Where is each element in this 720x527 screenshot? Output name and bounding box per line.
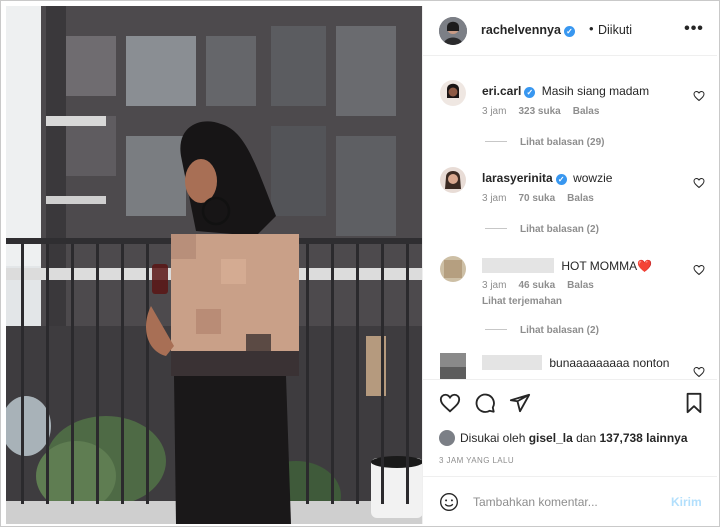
comment-likes[interactable]: 46 suka [518, 280, 555, 291]
view-replies-button[interactable]: Lihat balasan (29) [485, 137, 604, 148]
commenter-avatar[interactable] [440, 167, 466, 193]
commenter-avatar[interactable] [440, 256, 466, 282]
view-replies-label[interactable]: Lihat balasan (29) [520, 137, 604, 148]
view-replies-label[interactable]: Lihat balasan (2) [520, 224, 599, 235]
comment-body: bunaaaaaaaaa nonton [482, 355, 669, 370]
post-photo-image [6, 6, 422, 524]
post-timestamp[interactable]: 3 JAM YANG LALU [439, 456, 514, 465]
comment-meta: 3 jam 323 suka Balas [482, 106, 611, 117]
commenter-avatar[interactable] [440, 80, 466, 106]
liker-username[interactable]: gisel_la [529, 431, 573, 445]
emoji-icon[interactable] [439, 492, 459, 512]
view-replies-button[interactable]: Lihat balasan (2) [485, 224, 599, 235]
comment-username[interactable]: eri.carl [482, 84, 521, 98]
comment-body: HOT MOMMA❤️ [482, 258, 652, 273]
comments-list[interactable]: eri.carl ✓ Masih siang madam 3 jam 323 suk… [423, 57, 717, 379]
comment-text: bunaaaaaaaaa nonton [549, 356, 670, 370]
comment-username-redacted[interactable] [482, 355, 542, 370]
comment-time[interactable]: 3 jam [482, 280, 506, 291]
view-replies-label[interactable]: Lihat balasan (2) [520, 325, 599, 336]
comment-text: wowzie [573, 171, 613, 185]
reply-button[interactable]: Balas [567, 280, 594, 291]
comment-username[interactable]: larasyerinita [482, 171, 553, 185]
bookmark-icon[interactable] [683, 392, 705, 414]
comment-meta: 3 jam 70 suka Balas [482, 193, 606, 204]
more-options-icon[interactable]: ••• [682, 17, 706, 41]
replies-rule [485, 329, 507, 330]
author-avatar[interactable] [439, 17, 467, 45]
window-frame: rachelvennya ✓ • Diikuti ••• eri.carl ✓ Ma… [0, 0, 720, 527]
send-comment-button[interactable]: Kirim [671, 495, 702, 509]
add-comment-input[interactable] [473, 491, 653, 513]
comment-like-heart-icon[interactable] [693, 366, 705, 378]
verified-badge-icon: ✓ [563, 26, 575, 37]
following-button[interactable]: Diikuti [598, 23, 632, 37]
likes-middle: dan [576, 431, 597, 445]
like-heart-icon[interactable] [439, 392, 461, 414]
replies-rule [485, 228, 507, 229]
add-comment-bar: Kirim [423, 476, 717, 524]
likes-count[interactable]: 137,738 lainnya [599, 431, 687, 445]
likes-summary: Disukai oleh gisel_la dan 137,738 lainny… [439, 430, 688, 446]
comment-icon[interactable] [474, 392, 496, 414]
comment-likes[interactable]: 323 suka [518, 106, 560, 117]
comment-username-redacted[interactable] [482, 258, 554, 273]
post-photo[interactable] [6, 6, 422, 524]
post-header: rachelvennya ✓ • Diikuti ••• [423, 6, 717, 56]
comment-time[interactable]: 3 jam [482, 193, 506, 204]
comment-body: eri.carl ✓ Masih siang madam [482, 84, 649, 98]
see-translation-button[interactable]: Lihat terjemahan [482, 296, 562, 307]
author-username-text[interactable]: rachelvennya [481, 23, 561, 37]
comment-meta: 3 jam 46 suka Balas [482, 280, 606, 291]
comment-like-heart-icon[interactable] [693, 177, 705, 189]
comment-likes[interactable]: 70 suka [518, 193, 555, 204]
view-replies-button[interactable]: Lihat balasan (2) [485, 325, 599, 336]
comment-like-heart-icon[interactable] [693, 90, 705, 102]
likes-prefix: Disukai oleh [460, 431, 526, 445]
verified-badge-icon: ✓ [555, 174, 567, 185]
share-icon[interactable] [509, 392, 531, 414]
verified-badge-icon: ✓ [524, 87, 536, 98]
header-separator: • [589, 21, 594, 36]
comment-time[interactable]: 3 jam [482, 106, 506, 117]
comment-text: HOT MOMMA❤️ [561, 259, 653, 273]
comment-like-heart-icon[interactable] [693, 264, 705, 276]
reply-button[interactable]: Balas [573, 106, 600, 117]
reply-button[interactable]: Balas [567, 193, 594, 204]
comment-text: Masih siang madam [541, 84, 650, 98]
post-side-panel: rachelvennya ✓ • Diikuti ••• eri.carl ✓ Ma… [422, 6, 717, 524]
post-actions-bar [423, 379, 717, 427]
commenter-avatar[interactable] [440, 353, 466, 379]
liker-avatar[interactable] [439, 430, 455, 446]
replies-rule [485, 141, 507, 142]
comment-body: larasyerinita ✓ wowzie [482, 171, 612, 185]
author-username[interactable]: rachelvennya ✓ [481, 23, 575, 37]
